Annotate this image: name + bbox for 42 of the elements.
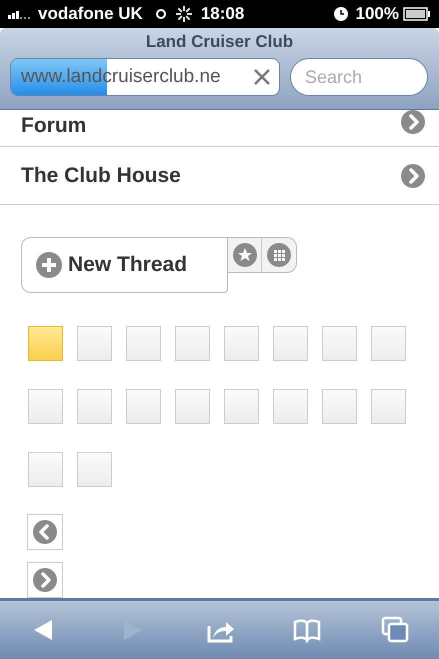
plus-icon (36, 252, 62, 278)
clear-icon[interactable] (253, 68, 271, 86)
chevron-right-icon (401, 164, 425, 188)
page-title: Land Cruiser Club (146, 31, 294, 53)
thumbnail-tile[interactable] (224, 326, 259, 361)
alarm-clock-icon (334, 7, 348, 21)
thumbnail-tile[interactable] (175, 326, 210, 361)
search-field[interactable]: Search (290, 58, 428, 96)
thumbnail-tile[interactable] (28, 389, 63, 424)
chevron-right-icon (33, 568, 57, 592)
menu-row[interactable]: Forum (0, 110, 439, 148)
thumbnail-tile[interactable] (28, 452, 63, 487)
clock-time: 18:08 (200, 3, 244, 26)
previous-page-button[interactable] (27, 514, 63, 550)
thumbnail-tile[interactable] (322, 326, 357, 361)
activity-spinner-icon (174, 5, 193, 23)
menu-label: Forum (21, 113, 88, 139)
carrier-name: vodafone UK (38, 3, 143, 26)
thumbnail-tile[interactable] (371, 389, 406, 424)
thumbnail-tile[interactable] (224, 389, 259, 424)
thumbnail-tile[interactable] (77, 389, 112, 424)
chevron-left-icon (33, 520, 57, 544)
thumbnail-tile[interactable] (126, 326, 161, 361)
menu-label: The Club House (21, 162, 182, 189)
tabs-icon (381, 616, 409, 644)
thumbnail-tile[interactable] (77, 326, 112, 361)
new-thread-button[interactable]: New Thread (21, 237, 228, 293)
next-page-button[interactable] (27, 562, 63, 598)
thumbnail-tile[interactable] (273, 326, 308, 361)
wifi-ring-icon (154, 8, 167, 20)
thumbnail-tile[interactable] (77, 452, 112, 487)
chevron-right-icon (401, 110, 425, 134)
thumbnail-tile[interactable] (28, 326, 63, 361)
thumbnail-tile[interactable] (371, 326, 406, 361)
battery-percent: 100% (356, 3, 399, 26)
thumbnail-tile[interactable] (322, 389, 357, 424)
thumbnail-tile[interactable] (175, 389, 210, 424)
thumbnail-tile[interactable] (126, 389, 161, 424)
thumbnail-tile[interactable] (273, 389, 308, 424)
menu-row[interactable]: The Club House (0, 147, 439, 205)
grid-icon (267, 243, 291, 267)
battery-icon (403, 7, 431, 21)
